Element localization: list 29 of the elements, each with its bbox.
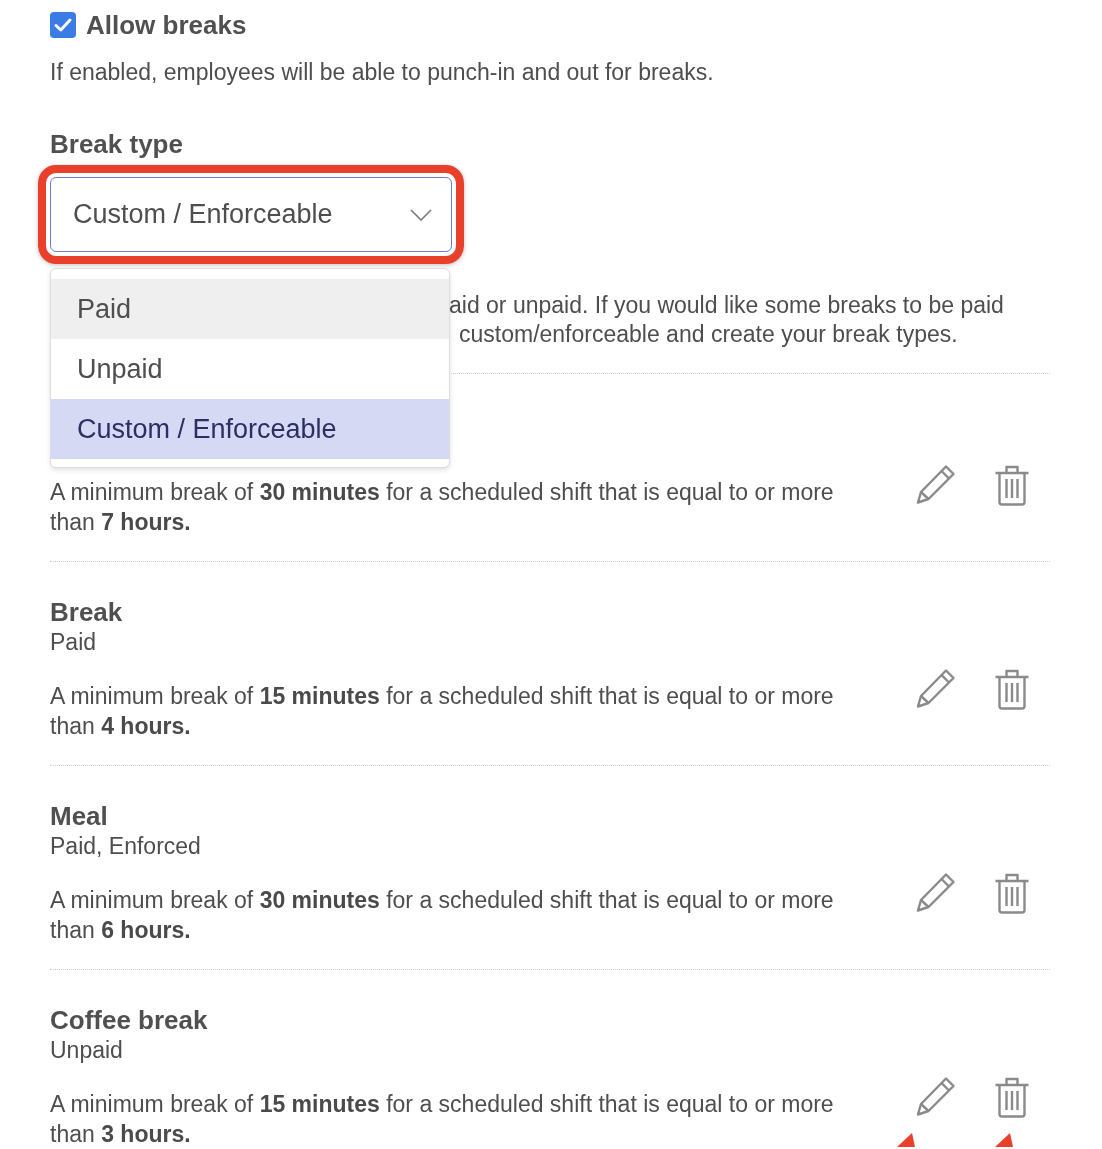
- checkbox-label: Allow breaks: [86, 11, 247, 39]
- trash-icon[interactable]: [994, 1076, 1030, 1118]
- rule-title: Break: [50, 597, 124, 627]
- rule-description: A minimum break of 30 minutes for a scheduled shift that is equal to or more than 6 hours.: [50, 886, 835, 945]
- pencil-icon[interactable]: [915, 872, 956, 913]
- checkbox[interactable]: [50, 12, 76, 38]
- field-label: Break type: [50, 130, 184, 158]
- break-type-select[interactable]: Custom / Enforceable: [50, 177, 452, 252]
- rule-title: Coffee break: [50, 1005, 209, 1035]
- trash-icon[interactable]: [994, 464, 1030, 506]
- pencil-icon[interactable]: [915, 464, 956, 505]
- dropdown-option[interactable]: Custom / Enforceable: [51, 399, 449, 459]
- rule-description: A minimum break of 15 minutes for a scheduled shift that is equal to or more than 3 hours.: [50, 1090, 835, 1149]
- rule-type: Paid: [50, 628, 98, 657]
- help-text: If enabled, employees will be able to punch-in and out for breaks.: [50, 58, 715, 86]
- pencil-icon[interactable]: [915, 668, 956, 709]
- break-type-note: aid or unpaid. If you would like some breaks to be paid custom/enforceable and create your break types.: [449, 291, 1004, 349]
- rule-type: Unpaid: [50, 1036, 124, 1065]
- dropdown-option[interactable]: Paid: [51, 279, 449, 339]
- rule-description: A minimum break of 15 minutes for a scheduled shift that is equal to or more than 4 hours.: [50, 682, 835, 741]
- rule-title: Meal: [50, 801, 109, 831]
- rule-description: A minimum break of 30 minutes for a scheduled shift that is equal to or more than 7 hours.: [50, 478, 835, 537]
- trash-icon[interactable]: [994, 872, 1030, 914]
- dropdown-option[interactable]: Unpaid: [51, 339, 449, 399]
- rule-type: Paid, Enforced: [50, 832, 202, 861]
- trash-icon[interactable]: [994, 668, 1030, 710]
- pencil-icon[interactable]: [915, 1076, 956, 1117]
- chevron-down-icon: [410, 208, 432, 221]
- checkmark-icon: [54, 18, 72, 32]
